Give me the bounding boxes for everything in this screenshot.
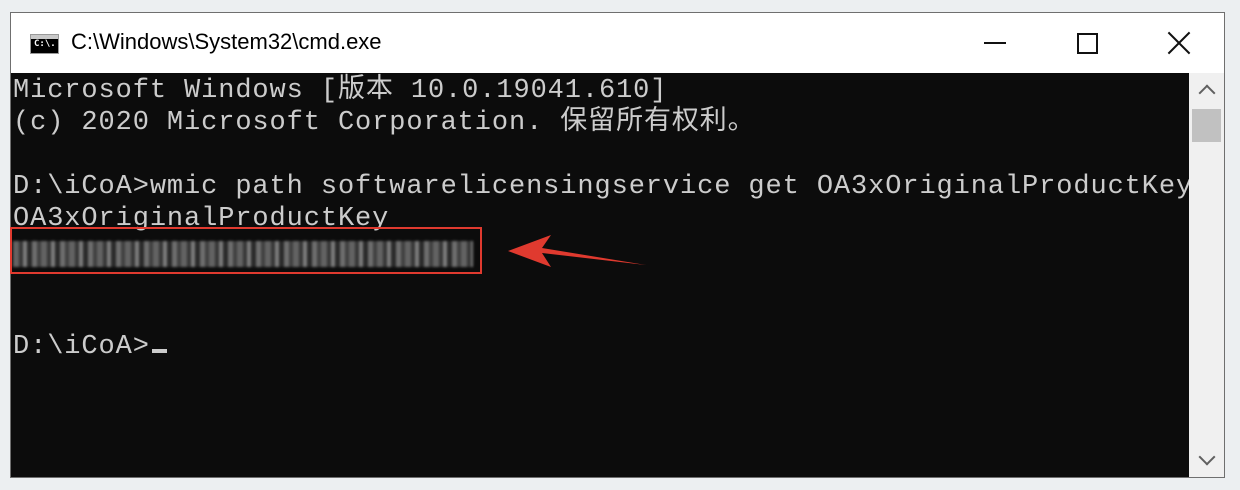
red-arrow-icon [508, 235, 646, 267]
maximize-button[interactable] [1041, 13, 1133, 73]
close-icon [1167, 31, 1191, 55]
window-title: C:\Windows\System32\cmd.exe [71, 29, 382, 54]
minimize-icon [984, 42, 1006, 44]
cmd-app-icon-label: C:\. [34, 39, 56, 49]
cmd-window: C:\. C:\Windows\System32\cmd.exe Microso… [10, 12, 1225, 478]
scroll-down-button[interactable] [1189, 443, 1224, 477]
prompt-text: D:\iCoA> [13, 332, 150, 362]
minimize-button[interactable] [949, 13, 1041, 73]
cmd-app-icon[interactable]: C:\. [30, 34, 59, 54]
maximize-icon [1076, 32, 1098, 54]
console-line-copyright: (c) 2020 Microsoft Corporation. 保留所有权利。 [13, 108, 756, 138]
console-line-command: D:\iCoA>wmic path softwarelicensingservi… [13, 172, 1194, 202]
vertical-scrollbar[interactable] [1189, 73, 1224, 477]
close-button[interactable] [1133, 13, 1225, 73]
console-output[interactable]: Microsoft Windows [版本 10.0.19041.610] (c… [10, 73, 1192, 477]
highlight-box [10, 227, 482, 274]
scroll-up-button[interactable] [1189, 73, 1224, 107]
text-cursor [151, 349, 167, 353]
console-line-version: Microsoft Windows [版本 10.0.19041.610] [13, 76, 668, 106]
chevron-up-icon [1198, 84, 1215, 102]
scroll-thumb[interactable] [1192, 109, 1221, 142]
title-bar[interactable]: C:\. C:\Windows\System32\cmd.exe [11, 13, 1224, 73]
chevron-down-icon [1198, 448, 1215, 466]
console-prompt[interactable]: D:\iCoA> [13, 331, 167, 363]
